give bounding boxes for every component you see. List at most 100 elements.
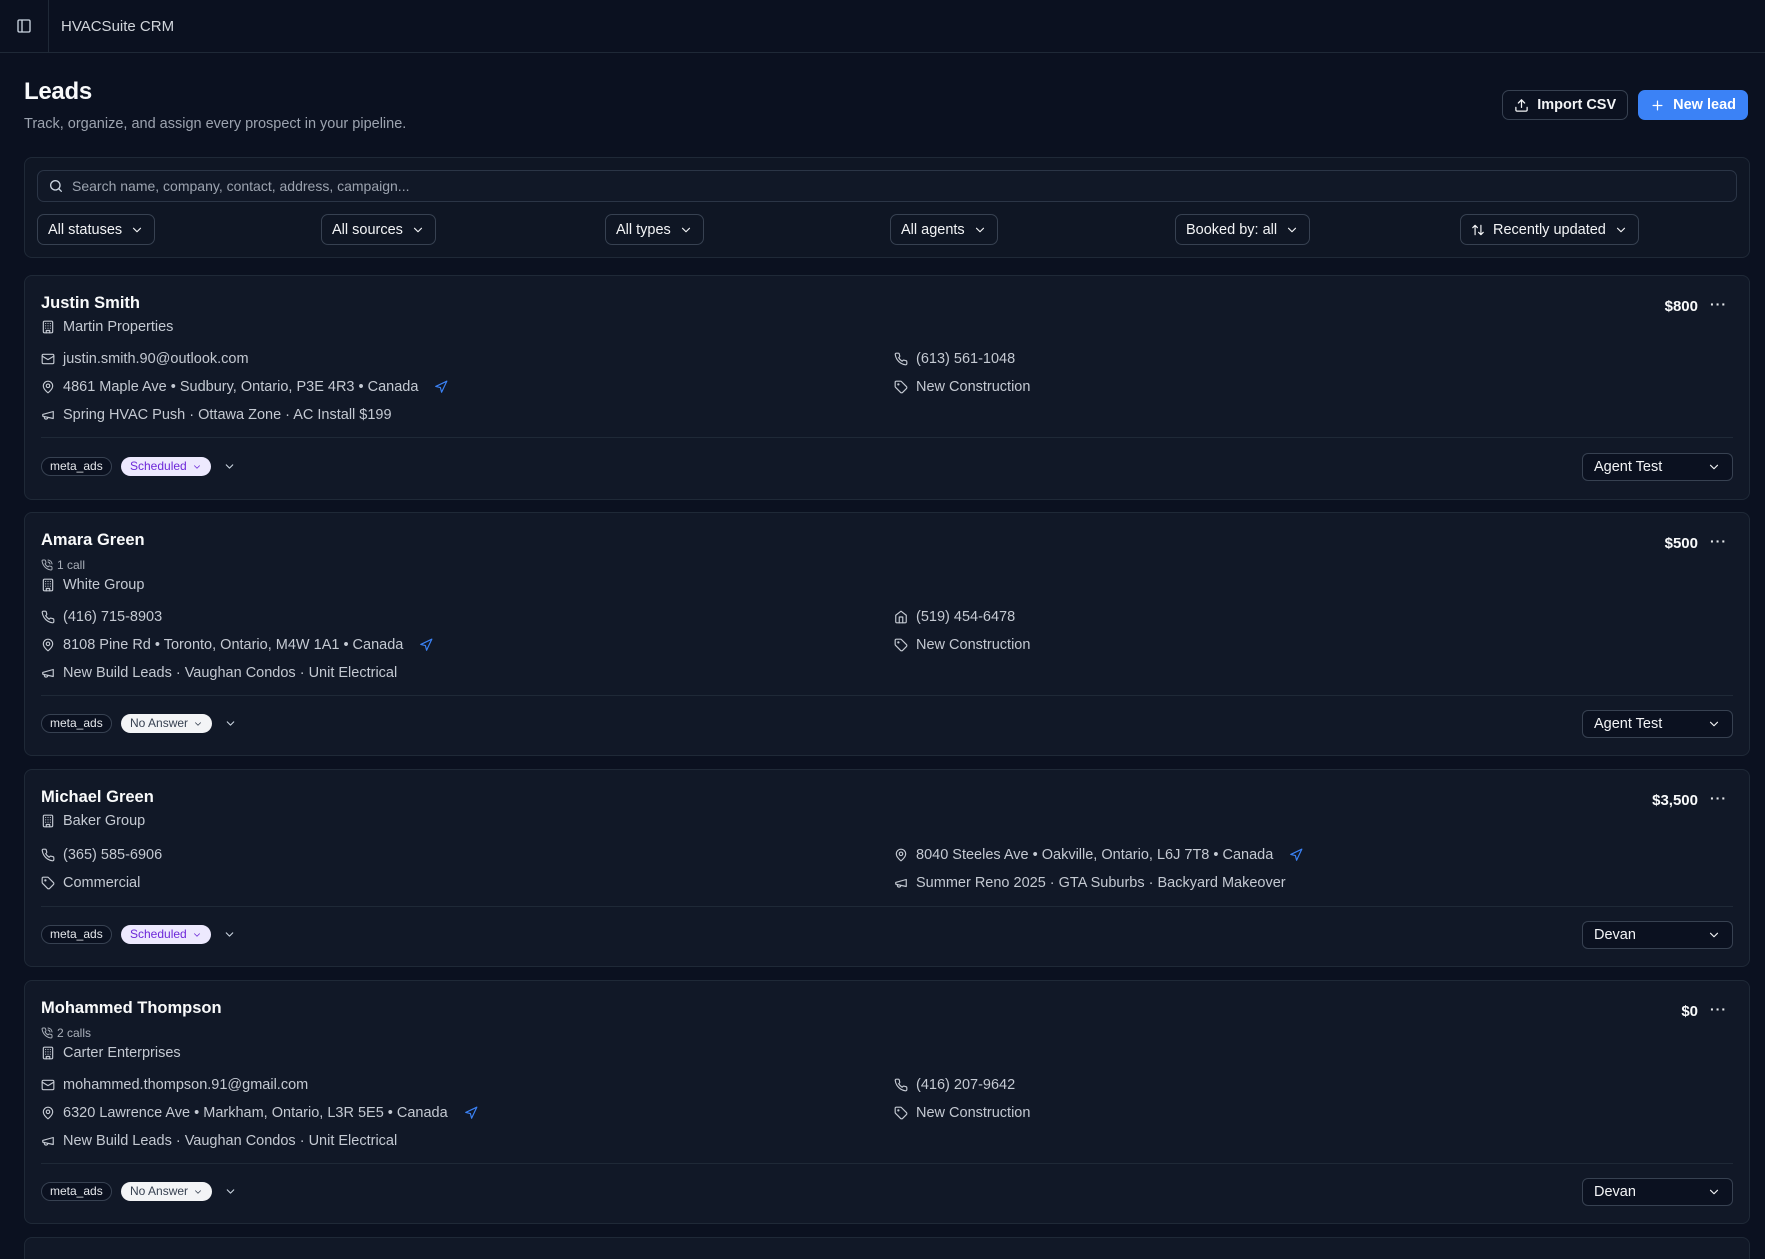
lead-campaign: New Build Leads · Vaughan Condos · Unit … — [41, 1133, 397, 1149]
megaphone-icon — [41, 408, 55, 422]
import-csv-label: Import CSV — [1537, 97, 1617, 113]
more-options-button[interactable]: ··· — [1710, 296, 1727, 312]
tag-icon — [41, 876, 55, 890]
phone-call-icon — [41, 559, 53, 571]
source-filter-label: All sources — [332, 221, 403, 238]
lead-email[interactable]: mohammed.thompson.91@gmail.com — [41, 1077, 308, 1093]
agent-filter-dropdown[interactable]: All agents — [890, 214, 998, 245]
building-icon — [41, 1046, 55, 1060]
status-badge[interactable]: No Answer — [121, 714, 213, 733]
sidebar-toggle-button[interactable] — [0, 0, 49, 53]
phone-icon — [894, 352, 908, 366]
lead-card[interactable]: Michael Green $3,500 ··· Baker Group (36… — [24, 769, 1750, 967]
lead-amount: $800 — [1664, 298, 1698, 315]
agent-select[interactable]: Agent Test — [1582, 710, 1733, 738]
chevron-down-icon — [411, 223, 425, 237]
expand-chevron-icon[interactable] — [223, 928, 236, 941]
chevron-down-icon — [1707, 717, 1721, 731]
megaphone-icon — [41, 1134, 55, 1148]
sort-icon — [1472, 224, 1484, 235]
chevron-down-icon — [1707, 460, 1721, 474]
app-title: HVACSuite CRM — [61, 17, 175, 35]
map-pin-icon — [41, 1106, 55, 1120]
status-badge[interactable]: No Answer — [121, 1182, 213, 1201]
import-csv-button[interactable]: Import CSV — [1502, 90, 1629, 120]
filter-panel: All statuses All sources All types All a… — [24, 157, 1750, 258]
expand-chevron-icon[interactable] — [223, 460, 236, 473]
source-badge: meta_ads — [41, 1182, 112, 1201]
expand-chevron-icon[interactable] — [224, 717, 237, 730]
phone-icon — [894, 1078, 908, 1092]
booked-by-filter-dropdown[interactable]: Booked by: all — [1175, 214, 1311, 245]
mail-icon — [41, 1078, 55, 1092]
lead-type: New Construction — [894, 379, 1030, 395]
lead-card[interactable]: Mohammed Thompson $0 ··· 2 calls Carter … — [24, 980, 1750, 1224]
source-badge: meta_ads — [41, 925, 112, 944]
agent-select[interactable]: Devan — [1582, 1178, 1733, 1206]
lead-phone[interactable]: (613) 561-1048 — [894, 351, 1015, 367]
lead-card[interactable]: Justin Smith $800 ··· Martin Properties … — [24, 275, 1750, 500]
plus-icon — [1652, 100, 1663, 110]
agent-select[interactable]: Agent Test — [1582, 453, 1733, 481]
divider — [41, 695, 1733, 696]
search-box — [37, 170, 1737, 202]
map-pin-icon — [41, 380, 55, 394]
navigation-icon[interactable] — [1289, 848, 1303, 862]
lead-campaign: Spring HVAC Push · Ottawa Zone · AC Inst… — [41, 407, 392, 423]
map-pin-icon — [894, 848, 908, 862]
lead-company: Martin Properties — [41, 319, 173, 335]
agent-select[interactable]: Devan — [1582, 921, 1733, 949]
lead-home-phone[interactable]: (519) 454-6478 — [894, 609, 1015, 625]
chevron-down-icon — [130, 223, 144, 237]
lead-type: New Construction — [894, 1105, 1030, 1121]
chevron-down-icon — [973, 223, 987, 237]
lead-name[interactable]: Mohammed Thompson — [41, 999, 222, 1018]
status-badge[interactable]: Scheduled — [121, 925, 211, 944]
tag-icon — [894, 638, 908, 652]
source-filter-dropdown[interactable]: All sources — [321, 214, 436, 245]
lead-company: Baker Group — [41, 813, 145, 829]
lead-phone[interactable]: (365) 585-6906 — [41, 847, 162, 863]
navigation-icon[interactable] — [464, 1106, 478, 1120]
sort-dropdown[interactable]: Recently updated — [1460, 214, 1639, 245]
divider — [41, 437, 1733, 438]
more-options-button[interactable]: ··· — [1710, 533, 1727, 549]
lead-amount: $3,500 — [1652, 792, 1698, 809]
navigation-icon[interactable] — [419, 638, 433, 652]
agent-filter-label: All agents — [901, 221, 965, 238]
lead-phone[interactable]: (416) 715-8903 — [41, 609, 162, 625]
lead-name[interactable]: Michael Green — [41, 788, 154, 807]
lead-company: White Group — [41, 577, 144, 593]
lead-type: Commercial — [41, 875, 140, 891]
more-options-button[interactable]: ··· — [1710, 1001, 1727, 1017]
lead-amount: $500 — [1664, 535, 1698, 552]
chevron-down-icon — [1285, 223, 1299, 237]
building-icon — [41, 320, 55, 334]
search-icon — [50, 180, 62, 192]
status-filter-dropdown[interactable]: All statuses — [37, 214, 156, 245]
booked-by-filter-label: Booked by: all — [1186, 221, 1278, 238]
new-lead-button[interactable]: New lead — [1638, 90, 1748, 120]
lead-card[interactable]: Amara Green $500 ··· 1 call White Group … — [24, 512, 1750, 756]
lead-name[interactable]: Amara Green — [41, 531, 145, 550]
lead-type: New Construction — [894, 637, 1030, 653]
phone-icon — [41, 848, 55, 862]
expand-chevron-icon[interactable] — [224, 1185, 237, 1198]
top-bar: HVACSuite CRM — [0, 0, 1765, 53]
more-options-button[interactable]: ··· — [1710, 790, 1727, 806]
lead-name[interactable]: Justin Smith — [41, 294, 140, 313]
type-filter-dropdown[interactable]: All types — [605, 214, 704, 245]
status-badge[interactable]: Scheduled — [121, 457, 211, 476]
new-lead-label: New lead — [1673, 97, 1736, 113]
lead-campaign: Summer Reno 2025 · GTA Suburbs · Backyar… — [894, 875, 1286, 891]
lead-address: 8108 Pine Rd • Toronto, Ontario, M4W 1A1… — [41, 637, 433, 653]
navigation-icon[interactable] — [434, 380, 448, 394]
chevron-down-icon — [193, 719, 203, 729]
lead-email[interactable]: justin.smith.90@outlook.com — [41, 351, 249, 367]
phone-call-icon — [41, 1027, 53, 1039]
search-input[interactable] — [72, 178, 1736, 194]
lead-amount: $0 — [1681, 1003, 1698, 1020]
lead-phone[interactable]: (416) 207-9642 — [894, 1077, 1015, 1093]
lead-card[interactable] — [24, 1237, 1750, 1259]
lead-call-count: 1 call — [41, 558, 85, 572]
